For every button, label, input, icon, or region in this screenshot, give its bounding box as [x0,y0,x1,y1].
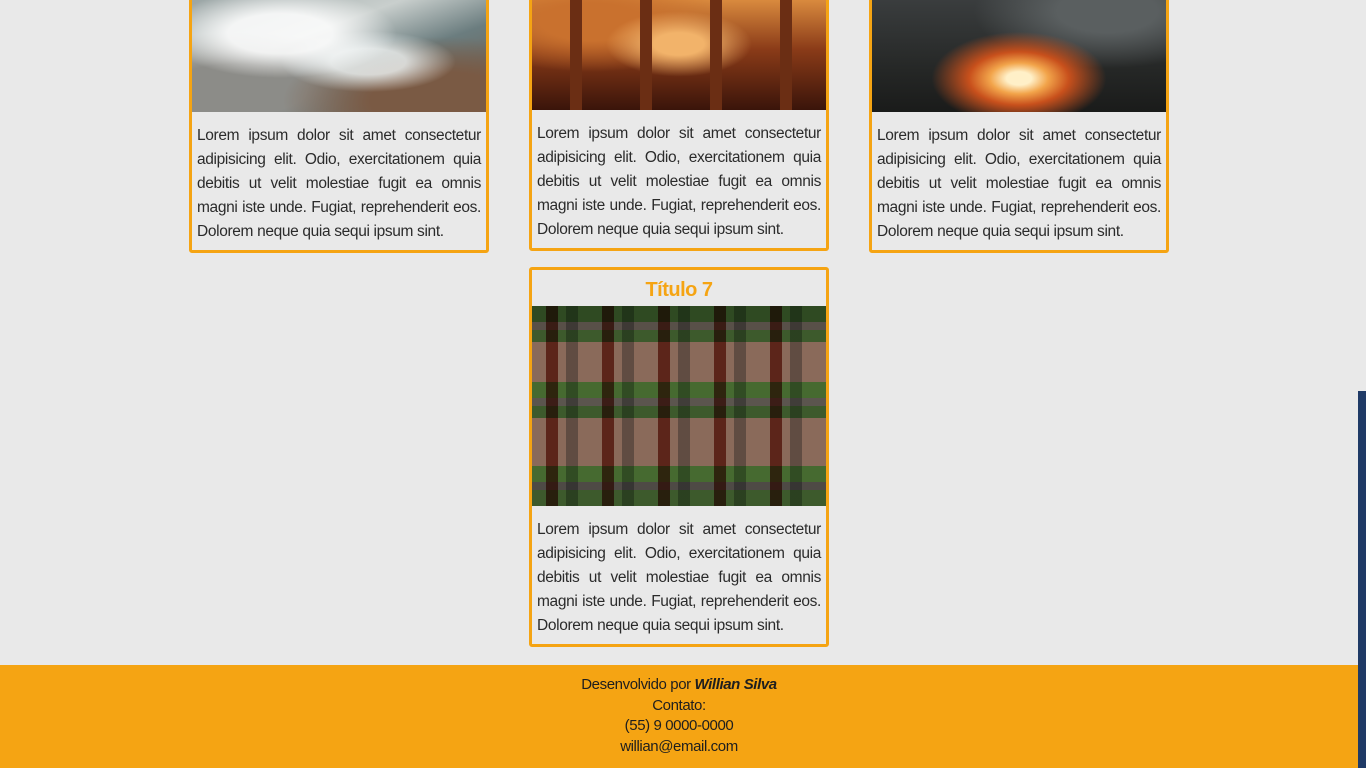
campfire-image [872,0,1166,112]
scrollbar-thumb[interactable] [1358,391,1366,768]
card-title: Título 7 [645,279,713,301]
page: Lorem ipsum dolor sit amet consectetur a… [0,0,1366,768]
footer-email: willian@email.com [620,737,738,755]
card-text: Lorem ipsum dolor sit amet consectetur a… [197,127,481,240]
theatre-interior-image [532,0,826,110]
card: Lorem ipsum dolor sit amet consectetur a… [529,0,829,251]
card: Lorem ipsum dolor sit amet consectetur a… [189,0,489,253]
card-text: Lorem ipsum dolor sit amet consectetur a… [537,125,821,238]
footer-contact-label: Contato: [652,696,706,714]
card-text: Lorem ipsum dolor sit amet consectetur a… [877,127,1161,240]
footer-developed-by: Desenvolvido por [581,676,691,693]
card-text: Lorem ipsum dolor sit amet consectetur a… [537,521,821,634]
footer-phone: (55) 9 0000-0000 [624,717,734,734]
aerial-houses-image [532,306,826,506]
footer-credit: Desenvolvido por Willian Silva [0,665,1358,696]
footer: Desenvolvido por Willian Silva Contato: … [0,665,1358,768]
card: Lorem ipsum dolor sit amet consectetur a… [869,0,1169,253]
card: Título 7 Lorem ipsum dolor sit amet cons… [529,267,829,647]
footer-author: Willian Silva [694,676,778,693]
ocean-waves-image [192,0,486,112]
